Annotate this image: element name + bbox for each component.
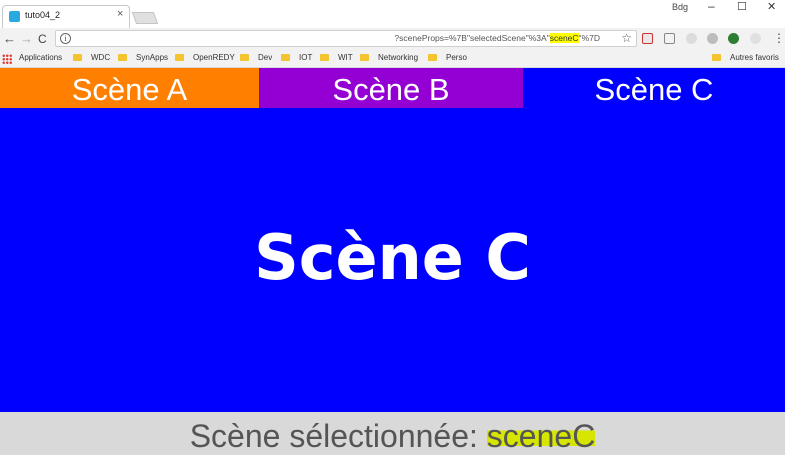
minimize-icon[interactable]: –	[708, 0, 715, 13]
scene-title: Scène C	[254, 221, 531, 294]
bookmark-perso[interactable]: Perso	[428, 53, 467, 62]
folder-icon	[360, 54, 369, 61]
bookmark-synapps[interactable]: SynApps	[118, 53, 168, 62]
tab-title: tuto04_2	[25, 10, 61, 20]
url-text[interactable]: ?sceneProps=%7B"selectedScene"%3A"sceneC…	[394, 33, 600, 43]
back-icon[interactable]: ←	[3, 31, 16, 46]
bookmark-star-icon[interactable]: ☆	[621, 31, 632, 45]
forward-icon[interactable]: →	[20, 31, 33, 46]
tab-scene-a[interactable]: Scène A	[0, 68, 259, 108]
folder-icon	[320, 54, 329, 61]
folder-icon	[73, 54, 82, 61]
tab-scene-b[interactable]: Scène B	[259, 68, 523, 108]
extension-icon[interactable]	[750, 33, 761, 44]
extension-icon[interactable]	[728, 33, 739, 44]
apps-grid-icon[interactable]	[2, 54, 12, 64]
folder-icon	[118, 54, 127, 61]
browser-menu-icon[interactable]: ⋮	[773, 31, 785, 45]
bookmark-iot[interactable]: IOT	[281, 53, 312, 62]
window-close-icon[interactable]: ✕	[767, 0, 776, 13]
folder-icon	[281, 54, 290, 61]
folder-icon	[175, 54, 184, 61]
selected-scene-status: Scène sélectionnée: sceneC	[0, 412, 785, 455]
new-tab-button[interactable]	[131, 12, 159, 24]
bookmark-networking[interactable]: Networking	[360, 53, 418, 62]
bookmark-wdc[interactable]: WDC	[73, 53, 110, 62]
browser-tab-strip: tuto04_2 × Bdg – ☐ ✕	[0, 0, 785, 28]
bookmarks-bar: Applications WDC SynApps OpenREDY Dev IO…	[0, 50, 785, 68]
reload-icon[interactable]: C	[38, 32, 47, 46]
profile-user-label[interactable]: Bdg	[672, 2, 688, 12]
scene-stage: Scène C	[0, 108, 785, 412]
bookmark-openredy[interactable]: OpenREDY	[175, 53, 235, 62]
folder-icon	[240, 54, 249, 61]
tab-scene-c[interactable]: Scène C	[523, 68, 785, 108]
cloud-icon[interactable]	[707, 33, 718, 44]
folder-icon	[428, 54, 437, 61]
site-info-icon[interactable]: i	[60, 33, 71, 44]
extension-icon[interactable]	[642, 33, 653, 44]
folder-icon	[712, 54, 721, 61]
scene-tabs: Scène A Scène B Scène C	[0, 68, 785, 108]
bookmark-other[interactable]: Autres favoris	[712, 53, 779, 62]
cast-icon[interactable]	[664, 33, 675, 44]
bookmark-dev[interactable]: Dev	[240, 53, 272, 62]
bookmark-wit[interactable]: WIT	[320, 53, 353, 62]
selected-scene-value: sceneC	[486, 418, 596, 454]
browser-toolbar: ← → C i ?sceneProps=%7B"selectedScene"%3…	[0, 28, 785, 50]
url-highlight: sceneC	[549, 33, 579, 43]
maximize-icon[interactable]: ☐	[737, 0, 747, 13]
tab-close-icon[interactable]: ×	[117, 8, 123, 20]
app-root: Scène A Scène B Scène C Scène C Scène sé…	[0, 68, 785, 455]
bookmark-applications[interactable]: Applications	[19, 53, 62, 62]
extension-icon[interactable]	[686, 33, 697, 44]
favicon-icon	[9, 11, 20, 22]
browser-tab[interactable]: tuto04_2 ×	[2, 5, 130, 28]
address-bar[interactable]: i ?sceneProps=%7B"selectedScene"%3A"scen…	[55, 30, 637, 47]
selected-scene-label: Scène sélectionnée:	[189, 418, 487, 454]
